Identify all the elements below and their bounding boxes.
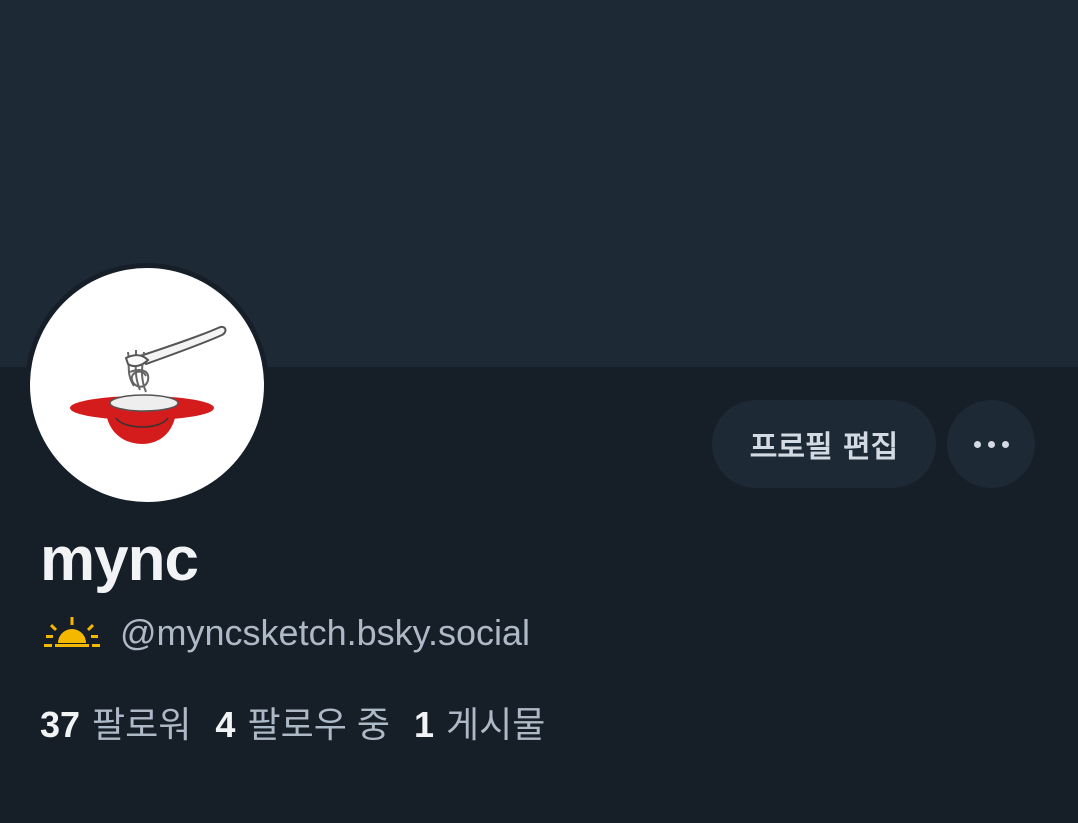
followers-count: 37 bbox=[40, 704, 81, 745]
display-name: mync bbox=[40, 525, 199, 594]
posts-stat: 1 게시물 bbox=[414, 696, 545, 748]
following-stat[interactable]: 4 팔로우 중 bbox=[215, 696, 390, 748]
ellipsis-icon bbox=[973, 440, 981, 448]
following-count: 4 bbox=[215, 704, 236, 745]
sunrise-emoji-icon bbox=[44, 617, 100, 647]
user-handle[interactable]: @myncsketch.bsky.social bbox=[120, 612, 530, 654]
posts-count: 1 bbox=[413, 704, 434, 745]
followers-label: 팔로워 bbox=[92, 704, 192, 745]
handle-row: @myncsketch.bsky.social bbox=[44, 612, 530, 654]
edit-profile-button[interactable]: 프로필 편집 bbox=[712, 400, 936, 488]
avatar-image bbox=[30, 268, 264, 502]
followers-stat[interactable]: 37 팔로워 bbox=[40, 696, 191, 748]
ellipsis-icon-dot bbox=[1001, 440, 1009, 448]
spaghetti-bowl-icon bbox=[70, 325, 227, 444]
posts-label: 게시물 bbox=[445, 704, 546, 745]
ellipsis-icon-dot bbox=[987, 440, 995, 448]
more-options-button[interactable] bbox=[947, 400, 1035, 488]
avatar[interactable] bbox=[25, 263, 269, 507]
profile-stats: 37 팔로워 4 팔로우 중 1 게시물 bbox=[40, 696, 569, 748]
following-label: 팔로우 중 bbox=[247, 704, 390, 745]
